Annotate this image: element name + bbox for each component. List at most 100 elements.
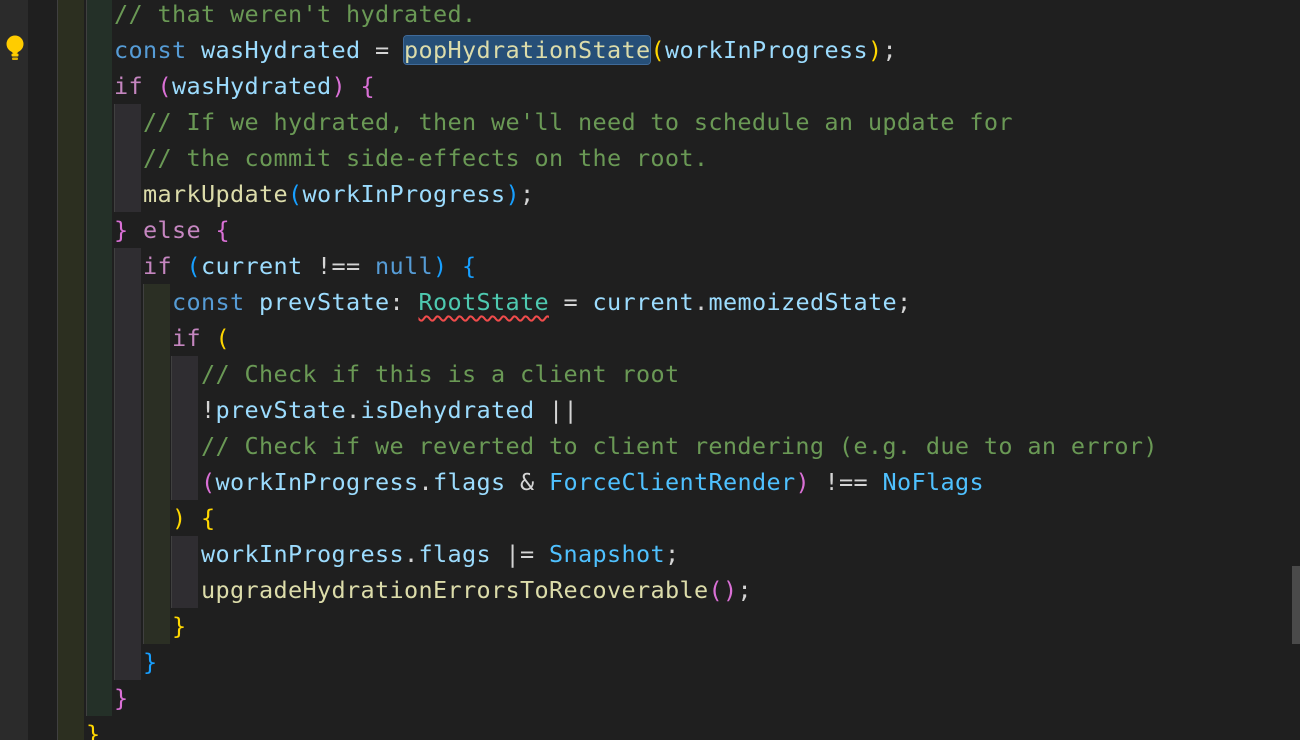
indent-guide-line xyxy=(114,104,115,212)
code-punctuation: : xyxy=(389,288,419,316)
code-identifier: wasHydrated xyxy=(172,72,332,100)
code-line-2[interactable]: if (wasHydrated) { xyxy=(114,68,375,104)
code-punctuation xyxy=(143,72,158,100)
code-line-13[interactable]: (workInProgress.flags & ForceClientRende… xyxy=(201,464,984,500)
code-operator: ! xyxy=(201,396,216,424)
code-punctuation xyxy=(201,216,216,244)
code-line-6[interactable]: } else { xyxy=(114,212,230,248)
code-operator: || xyxy=(534,396,578,424)
code-punctuation xyxy=(187,504,202,532)
code-line-15[interactable]: workInProgress.flags |= Snapshot; xyxy=(201,536,679,572)
code-punctuation: . xyxy=(693,288,709,316)
code-identifier: current xyxy=(592,288,694,316)
code-operator: !== xyxy=(809,468,883,496)
code-keyword: null xyxy=(375,252,433,280)
code-punctuation xyxy=(172,252,187,280)
code-operator: & xyxy=(505,468,549,496)
code-editor[interactable]: // that weren't hydrated. const wasHydra… xyxy=(0,0,1300,740)
code-punctuation: ; xyxy=(896,288,912,316)
bracket: ( xyxy=(186,252,201,280)
vertical-scrollbar[interactable] xyxy=(1292,0,1300,740)
code-punctuation: ; xyxy=(737,576,752,604)
bracket: ( xyxy=(708,576,723,604)
code-punctuation xyxy=(245,288,260,316)
bracket: { xyxy=(360,72,375,100)
scrollbar-thumb[interactable] xyxy=(1292,566,1300,644)
indent-guide-line xyxy=(114,248,115,680)
code-punctuation: ; xyxy=(519,180,535,208)
code-line-14[interactable]: ) { xyxy=(172,500,216,536)
indent-guide-level-0 xyxy=(58,0,84,740)
code-comment: // If we hydrated, then we'll need to sc… xyxy=(143,108,1013,136)
code-comment: // Check if we reverted to client render… xyxy=(201,432,1158,460)
indent-guide-level-4b xyxy=(172,536,198,608)
bracket: ( xyxy=(287,180,303,208)
code-operator: |= xyxy=(490,540,549,568)
code-keyword: if xyxy=(172,324,201,352)
code-identifier: wasHydrated xyxy=(201,36,361,64)
code-line-4[interactable]: // the commit side-effects on the root. xyxy=(143,140,708,176)
indent-guide-level-2 xyxy=(115,104,141,212)
code-constant: Snapshot xyxy=(548,540,665,568)
bracket: } xyxy=(143,648,158,676)
code-punctuation: ; xyxy=(664,540,680,568)
code-line-11[interactable]: !prevState.isDehydrated || xyxy=(201,392,578,428)
indent-guide-level-4 xyxy=(172,356,198,500)
code-line-17[interactable]: } xyxy=(172,608,187,644)
code-punctuation xyxy=(187,36,202,64)
indent-guide-line xyxy=(171,356,172,500)
code-punctuation: . xyxy=(403,540,419,568)
code-identifier: isDehydrated xyxy=(360,396,535,424)
code-function: upgradeHydrationErrorsToRecoverable xyxy=(201,576,709,604)
code-comment: // that weren't hydrated. xyxy=(114,0,477,28)
bracket: ) xyxy=(172,504,187,532)
code-constant: NoFlags xyxy=(882,468,984,496)
code-line-10[interactable]: // Check if this is a client root xyxy=(201,356,679,392)
code-identifier: workInProgress xyxy=(215,468,419,496)
code-punctuation: . xyxy=(418,468,433,496)
bracket: ( xyxy=(650,36,665,64)
code-line-3[interactable]: // If we hydrated, then we'll need to sc… xyxy=(143,104,1013,140)
bracket: ( xyxy=(157,72,172,100)
code-line-20[interactable]: } xyxy=(86,716,101,740)
bracket: { xyxy=(215,216,230,244)
code-line-1[interactable]: const wasHydrated = popHydrationState(wo… xyxy=(114,32,897,68)
bracket: ) xyxy=(433,252,448,280)
editor-gutter xyxy=(0,0,28,740)
indent-guide-line xyxy=(171,536,172,608)
lightbulb-icon[interactable] xyxy=(5,34,25,64)
code-identifier: flags xyxy=(418,540,491,568)
bracket: { xyxy=(462,252,477,280)
indent-guide-level-3 xyxy=(144,284,170,644)
code-line-8[interactable]: const prevState: RootState = current.mem… xyxy=(172,284,911,320)
code-punctuation xyxy=(201,324,216,352)
code-punctuation: . xyxy=(345,396,361,424)
code-punctuation xyxy=(346,72,361,100)
code-line-5[interactable]: markUpdate(workInProgress); xyxy=(143,176,534,212)
bracket: ) xyxy=(722,576,738,604)
bracket: } xyxy=(86,720,101,740)
code-keyword: else xyxy=(143,216,201,244)
code-constant: ForceClientRender xyxy=(548,468,796,496)
code-line-18[interactable]: } xyxy=(143,644,158,680)
type-error: RootState xyxy=(418,288,549,316)
indent-guide-line xyxy=(86,0,87,716)
code-line-16[interactable]: upgradeHydrationErrorsToRecoverable(); xyxy=(201,572,752,608)
bracket: { xyxy=(201,504,216,532)
code-line-19[interactable]: } xyxy=(114,680,129,716)
code-punctuation: ; xyxy=(882,36,897,64)
indent-guide-level-1 xyxy=(86,0,112,716)
bracket: ( xyxy=(215,324,230,352)
code-line-12[interactable]: // Check if we reverted to client render… xyxy=(201,428,1158,464)
code-comment: // Check if this is a client root xyxy=(201,360,680,388)
code-line-7[interactable]: if (current !== null) { xyxy=(143,248,477,284)
code-line-9[interactable]: if ( xyxy=(172,320,230,356)
code-operator: = xyxy=(360,36,404,64)
code-identifier: memoizedState xyxy=(708,288,897,316)
code-identifier: workInProgress xyxy=(664,36,868,64)
indent-guide-line xyxy=(143,284,144,644)
code-identifier: current xyxy=(201,252,303,280)
code-line-0[interactable]: // that weren't hydrated. xyxy=(114,0,476,32)
code-comment: // the commit side-effects on the root. xyxy=(143,144,709,172)
code-operator: !== xyxy=(302,252,375,280)
